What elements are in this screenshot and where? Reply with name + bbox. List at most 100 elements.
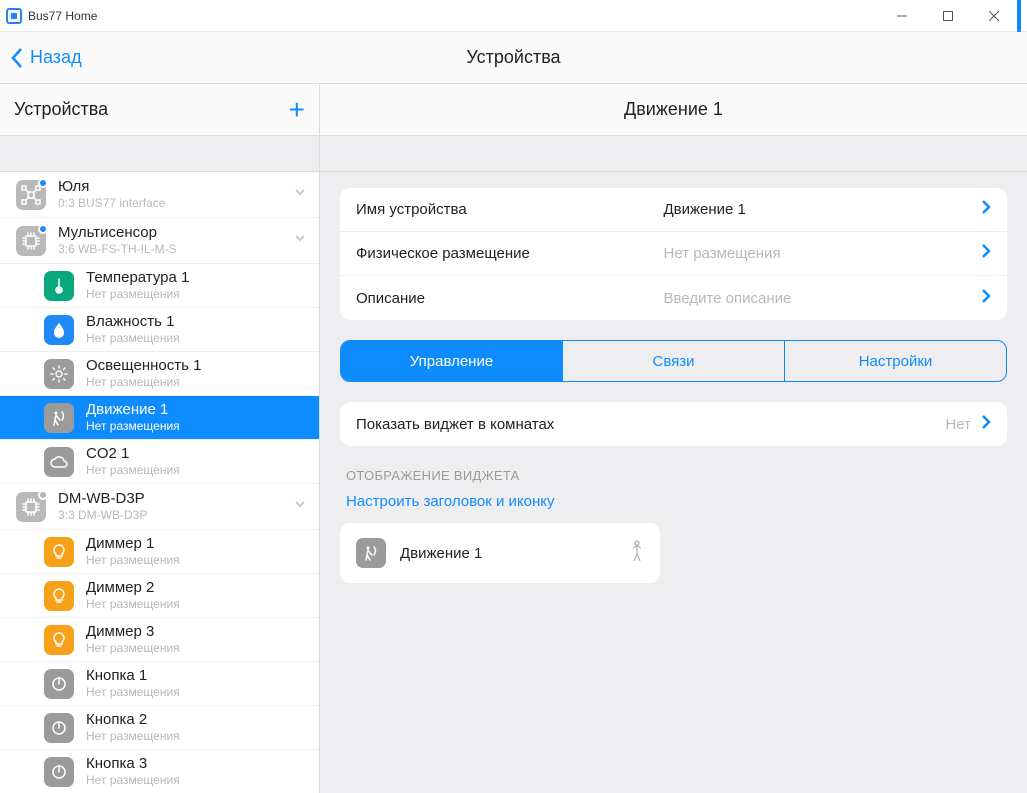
property-value: Нет размещения — [664, 245, 972, 262]
item-name: Кнопка 2 — [86, 711, 307, 729]
status-dot — [38, 490, 48, 500]
widget-section-label: ОТОБРАЖЕНИЕ ВИДЖЕТА — [346, 468, 1007, 483]
person-icon — [630, 540, 644, 567]
drop-icon — [44, 315, 74, 345]
window-title: Bus77 Home — [28, 9, 879, 23]
item-sub: Нет размещения — [86, 331, 307, 345]
chip-icon — [16, 226, 46, 256]
configure-header-icon-link[interactable]: Настроить заголовок и иконку — [346, 493, 554, 510]
chevron-down-icon — [293, 497, 307, 516]
item-sub: Нет размещения — [86, 641, 307, 655]
group-name: Юля — [58, 178, 293, 196]
detail-title: Движение 1 — [320, 84, 1027, 135]
item-sub: Нет размещения — [86, 287, 307, 301]
bulb-icon — [44, 537, 74, 567]
hub-icon — [16, 180, 46, 210]
power-icon — [44, 669, 74, 699]
chevron-down-icon — [293, 231, 307, 250]
show-widget-value: Нет — [945, 416, 971, 433]
item-name: Диммер 1 — [86, 535, 307, 553]
bulb-icon — [44, 581, 74, 611]
power-icon — [44, 713, 74, 743]
window-title-bar: Bus77 Home — [0, 0, 1027, 32]
sidebar-group-dmwbd3p[interactable]: DM-WB-D3P3:3 DM-WB-D3P — [0, 484, 319, 530]
sidebar-item-dm-2[interactable]: Диммер 3Нет размещения — [0, 618, 319, 662]
sidebar-item-ms-4[interactable]: CO2 1Нет размещения — [0, 440, 319, 484]
chevron-right-icon — [971, 288, 991, 309]
page-title: Устройства — [0, 47, 1027, 68]
close-button[interactable] — [971, 0, 1017, 32]
sidebar-group-yulya[interactable]: Юля0:3 BUS77 interface — [0, 172, 319, 218]
group-name: DM-WB-D3P — [58, 490, 293, 508]
top-nav: Назад Устройства — [0, 32, 1027, 84]
property-value: Движение 1 — [664, 201, 972, 218]
item-name: Освещенность 1 — [86, 357, 307, 375]
show-widget-label: Показать виджет в комнатах — [356, 416, 945, 433]
item-sub: Нет размещения — [86, 375, 307, 389]
maximize-button[interactable] — [925, 0, 971, 32]
motion-icon — [356, 538, 386, 568]
add-device-button[interactable]: + — [289, 96, 305, 124]
app-icon — [6, 8, 22, 24]
item-name: CO2 1 — [86, 445, 307, 463]
minimize-button[interactable] — [879, 0, 925, 32]
device-sidebar[interactable]: Юля0:3 BUS77 interfaceМультисенсор3:6 WB… — [0, 172, 320, 793]
sidebar-item-ms-0[interactable]: Температура 1Нет размещения — [0, 264, 319, 308]
power-icon — [44, 757, 74, 787]
panels-header: Устройства + Движение 1 — [0, 84, 1027, 136]
back-button[interactable]: Назад — [0, 47, 82, 69]
chevron-right-icon — [971, 199, 991, 220]
item-sub: Нет размещения — [86, 773, 307, 787]
property-row-1[interactable]: Физическое размещениеНет размещения — [340, 232, 1007, 276]
show-widget-row[interactable]: Показать виджет в комнатах Нет — [340, 402, 1007, 446]
tab-1[interactable]: Связи — [563, 341, 785, 381]
sidebar-item-dm-4[interactable]: Кнопка 2Нет размещения — [0, 706, 319, 750]
item-sub: Нет размещения — [86, 685, 307, 699]
item-name: Движение 1 — [86, 401, 307, 419]
item-name: Температура 1 — [86, 269, 307, 287]
sidebar-item-dm-5[interactable]: Кнопка 3Нет размещения — [0, 750, 319, 793]
sidebar-item-dm-1[interactable]: Диммер 2Нет размещения — [0, 574, 319, 618]
item-sub: Нет размещения — [86, 419, 307, 433]
accent-edge — [1017, 0, 1021, 32]
back-label: Назад — [30, 47, 82, 68]
group-sub: 3:3 DM-WB-D3P — [58, 508, 293, 522]
item-sub: Нет размещения — [86, 729, 307, 743]
widget-preview-name: Движение 1 — [400, 545, 630, 562]
device-detail: Имя устройстваДвижение 1Физическое разме… — [320, 172, 1027, 793]
item-name: Кнопка 3 — [86, 755, 307, 773]
item-name: Кнопка 1 — [86, 667, 307, 685]
tab-segmented-control: УправлениеСвязиНастройки — [340, 340, 1007, 382]
item-name: Влажность 1 — [86, 313, 307, 331]
item-name: Диммер 3 — [86, 623, 307, 641]
status-dot — [38, 178, 48, 188]
property-label: Описание — [356, 290, 664, 307]
cloud-icon — [44, 447, 74, 477]
show-widget-card: Показать виджет в комнатах Нет — [340, 402, 1007, 446]
chevron-right-icon — [971, 243, 991, 264]
sun-icon — [44, 359, 74, 389]
group-sub: 0:3 BUS77 interface — [58, 196, 293, 210]
chevron-down-icon — [293, 185, 307, 204]
property-row-2[interactable]: ОписаниеВведите описание — [340, 276, 1007, 320]
tab-2[interactable]: Настройки — [785, 341, 1006, 381]
sidebar-title: Устройства — [14, 99, 289, 120]
chip-icon — [16, 492, 46, 522]
property-row-0[interactable]: Имя устройстваДвижение 1 — [340, 188, 1007, 232]
motion-icon — [44, 403, 74, 433]
sidebar-item-dm-0[interactable]: Диммер 1Нет размещения — [0, 530, 319, 574]
sidebar-item-ms-3[interactable]: Движение 1Нет размещения — [0, 396, 319, 440]
sidebar-item-ms-1[interactable]: Влажность 1Нет размещения — [0, 308, 319, 352]
thermo-icon — [44, 271, 74, 301]
item-sub: Нет размещения — [86, 597, 307, 611]
tab-0[interactable]: Управление — [341, 341, 563, 381]
status-dot — [38, 224, 48, 234]
sidebar-item-ms-2[interactable]: Освещенность 1Нет размещения — [0, 352, 319, 396]
bulb-icon — [44, 625, 74, 655]
sidebar-item-dm-3[interactable]: Кнопка 1Нет размещения — [0, 662, 319, 706]
widget-preview-card[interactable]: Движение 1 — [340, 523, 660, 583]
sidebar-group-multisensor[interactable]: Мультисенсор3:6 WB-FS-TH-IL-M-S — [0, 218, 319, 264]
item-sub: Нет размещения — [86, 553, 307, 567]
property-label: Имя устройства — [356, 201, 664, 218]
group-name: Мультисенсор — [58, 224, 293, 242]
